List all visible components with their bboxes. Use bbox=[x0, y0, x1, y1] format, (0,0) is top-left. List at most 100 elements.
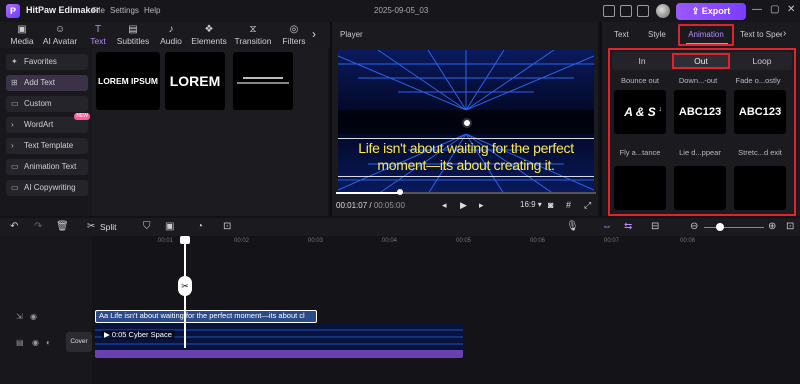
total-time: 00:05:00 bbox=[373, 201, 405, 210]
sidebar-item-favorites[interactable]: ✦ Favorites bbox=[6, 54, 88, 70]
shield-icon[interactable]: ⛉ bbox=[143, 221, 151, 232]
caption-guide-bottom bbox=[338, 176, 594, 177]
menu-help[interactable]: Help bbox=[144, 6, 160, 15]
sidebar-item-label: WordArt bbox=[24, 120, 54, 129]
template-small-text[interactable] bbox=[233, 52, 293, 110]
playback-anchor-icon[interactable] bbox=[462, 118, 472, 128]
tab-ai-avatar[interactable]: ☺ AI Avatar bbox=[40, 22, 80, 48]
sidebar-item-wordart[interactable]: › WordArt NEW bbox=[6, 113, 90, 133]
text-box-icon[interactable]: ▣ bbox=[165, 221, 174, 232]
minimize-icon[interactable]: — bbox=[752, 4, 762, 15]
video-track-icon: ▤ bbox=[16, 338, 24, 347]
anim-card-row3-3[interactable] bbox=[734, 166, 786, 210]
tab-ai-avatar-label: AI Avatar bbox=[42, 36, 78, 46]
link-icon[interactable]: ⇔ bbox=[602, 221, 612, 232]
tab-transition-label: Transition bbox=[234, 36, 272, 46]
magnet-icon[interactable]: ⇆ bbox=[624, 221, 632, 232]
aspect-ratio-select[interactable]: 16:9 ▾ bbox=[520, 200, 542, 209]
tab-transition[interactable]: ⧖ Transition bbox=[233, 22, 273, 48]
star-icon: ✦ bbox=[11, 57, 18, 66]
close-icon[interactable]: ✕ bbox=[787, 4, 795, 15]
next-frame-icon[interactable]: ▸ bbox=[479, 200, 484, 211]
split-button[interactable]: Split bbox=[100, 222, 117, 232]
tab-filters[interactable]: ◎ Filters bbox=[274, 22, 314, 48]
prev-frame-icon[interactable]: ◂ bbox=[442, 200, 447, 211]
track-headers bbox=[0, 236, 92, 384]
subtab-loop[interactable]: Loop bbox=[732, 56, 792, 66]
play-icon[interactable]: ▶ bbox=[460, 200, 467, 211]
anim-card-fly-away[interactable]: A & S ↓ bbox=[614, 90, 666, 134]
subtab-out[interactable]: Out bbox=[672, 53, 730, 69]
tab-style[interactable]: Style bbox=[648, 30, 666, 39]
menu-file[interactable]: File bbox=[92, 6, 105, 15]
player-title: Player bbox=[340, 30, 363, 39]
cover-button[interactable]: Cover bbox=[66, 332, 92, 352]
sidebar-item-custom[interactable]: ▭ Custom bbox=[6, 96, 88, 112]
crop-icon[interactable]: # bbox=[566, 200, 571, 210]
maximize-icon[interactable]: ▢ bbox=[770, 4, 779, 15]
animation-panel: In Out Loop Bounce out Down...-out Fade … bbox=[608, 48, 796, 216]
redo-icon[interactable]: ↷ bbox=[34, 221, 42, 232]
crop-icon[interactable]: ⊡ bbox=[223, 221, 231, 232]
timecode: 00:01:07 / 00:05:00 bbox=[336, 201, 405, 210]
anim-card-lie-down[interactable]: ABC123 ↓ bbox=[674, 90, 726, 134]
mail-icon[interactable] bbox=[620, 5, 632, 17]
sidebar-item-animation-text[interactable]: ▭ Animation Text bbox=[6, 159, 88, 175]
tab-audio[interactable]: ♪ Audio bbox=[151, 22, 191, 48]
sidebar-item-label: Favorites bbox=[24, 57, 57, 66]
undo-icon[interactable]: ↶ bbox=[10, 221, 18, 232]
audio-toggle-icon[interactable]: ◐ bbox=[46, 338, 51, 347]
menu-settings[interactable]: Settings bbox=[110, 6, 139, 15]
fullscreen-icon[interactable]: ⤢ bbox=[584, 200, 591, 211]
video-preview[interactable]: Life isn't about waiting for the perfect… bbox=[338, 50, 594, 194]
anim-card-row3-1[interactable] bbox=[614, 166, 666, 210]
tab-text-to-speech[interactable]: Text to Speech bbox=[740, 30, 782, 39]
export-button[interactable]: ⇪ Export bbox=[676, 3, 746, 20]
text-library: LOREM IPSUM LOREM bbox=[92, 48, 328, 216]
snapshot-icon[interactable]: ◙ bbox=[548, 200, 553, 210]
sidebar-item-ai-copywriting[interactable]: ▭ AI Copywriting bbox=[6, 180, 88, 196]
scrubber-handle[interactable] bbox=[397, 189, 403, 195]
gift-icon[interactable] bbox=[637, 5, 649, 17]
elements-icon: ❖ bbox=[204, 24, 214, 35]
speed-icon[interactable]: ◔ bbox=[197, 221, 203, 232]
fit-icon[interactable]: ⊡ bbox=[786, 221, 794, 232]
scrubber-progress bbox=[336, 192, 400, 194]
download-icon: ↓ bbox=[778, 106, 783, 113]
text-clip[interactable]: Aa Life isn't about waiting for the perf… bbox=[95, 310, 317, 323]
video-clip[interactable]: ▶ 0:05 Cyber Space bbox=[95, 324, 463, 358]
chevron-right-icon[interactable]: › bbox=[312, 27, 316, 41]
split-marker-icon[interactable]: ✂ bbox=[178, 276, 192, 296]
template-lorem[interactable]: LOREM bbox=[165, 52, 225, 110]
zoom-slider[interactable] bbox=[704, 227, 764, 228]
eye-icon[interactable]: ◉ bbox=[30, 312, 37, 321]
microphone-icon[interactable]: 🎙 bbox=[566, 221, 579, 232]
app-name: HitPaw Edimakor bbox=[26, 5, 100, 15]
sidebar-item-add-text[interactable]: ⊞ Add Text bbox=[6, 75, 88, 91]
sidebar-item-text-template[interactable]: › Text Template bbox=[6, 138, 88, 154]
media-icon: ▣ bbox=[17, 24, 27, 35]
zoom-in-icon[interactable]: ⊕ bbox=[768, 221, 776, 232]
tab-media[interactable]: ▣ Media bbox=[2, 22, 42, 48]
delete-icon[interactable]: 🗑 bbox=[56, 221, 69, 232]
subtab-in[interactable]: In bbox=[612, 56, 672, 66]
chevron-right-icon[interactable]: › bbox=[783, 28, 786, 39]
eye-icon[interactable]: ◉ bbox=[32, 338, 39, 347]
tab-elements[interactable]: ❖ Elements bbox=[189, 22, 229, 48]
anim-card-stretch-exit[interactable]: ABC123 ↓ bbox=[734, 90, 786, 134]
split-view-icon[interactable]: ⊟ bbox=[651, 221, 659, 232]
avatar[interactable] bbox=[656, 4, 670, 18]
ruler-tick: 00:03 bbox=[308, 238, 324, 244]
tab-text-props[interactable]: Text bbox=[614, 30, 629, 39]
layout-icon[interactable] bbox=[603, 5, 615, 17]
scissors-icon[interactable]: ✂ bbox=[87, 221, 95, 232]
zoom-out-icon[interactable]: ⊖ bbox=[690, 221, 698, 232]
playhead-handle[interactable] bbox=[180, 236, 190, 244]
tab-text[interactable]: T Text bbox=[78, 22, 118, 48]
zoom-slider-handle[interactable] bbox=[716, 223, 724, 231]
tab-subtitles[interactable]: ▤ Subtitles bbox=[113, 22, 153, 48]
template-lorem-ipsum[interactable]: LOREM IPSUM bbox=[96, 52, 160, 110]
sidebar-item-label: Add Text bbox=[24, 78, 55, 87]
media-toolbar: ▣ Media ☺ AI Avatar T Text ▤ Subtitles ♪ Audi… bbox=[0, 22, 330, 48]
anim-card-row3-2[interactable] bbox=[674, 166, 726, 210]
